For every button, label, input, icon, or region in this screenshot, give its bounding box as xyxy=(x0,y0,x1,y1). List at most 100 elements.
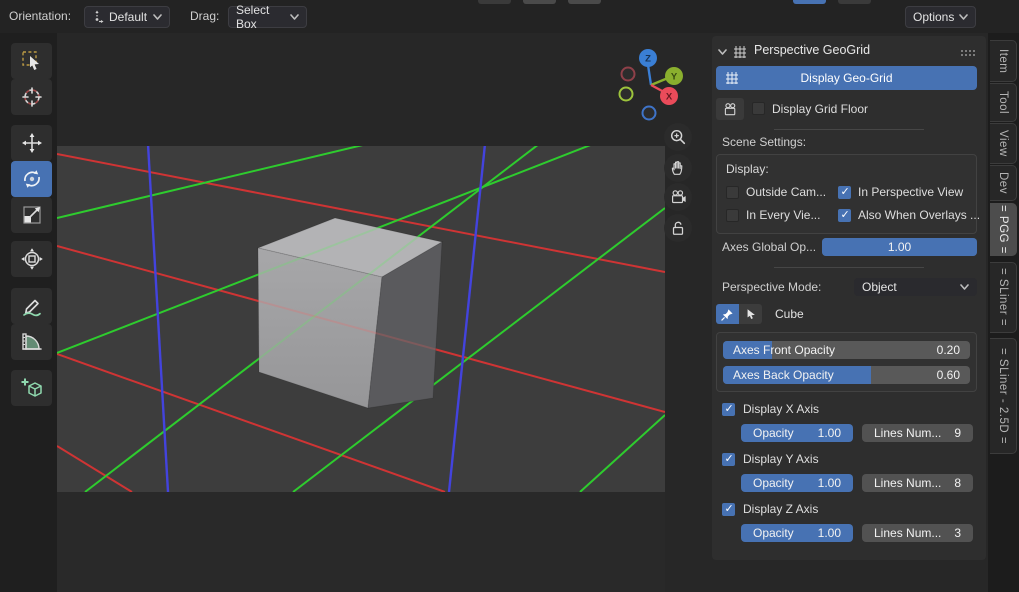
y-opacity-slider[interactable]: Opacity 1.00 xyxy=(741,474,853,492)
y-lines-number-field[interactable]: Lines Num... 8 xyxy=(862,474,973,492)
checkbox[interactable] xyxy=(838,186,851,199)
pin-button[interactable] xyxy=(716,304,739,324)
tab-pgg[interactable]: = PGG = xyxy=(990,203,1017,256)
perspective-mode-dropdown[interactable]: Object xyxy=(854,278,977,296)
checkbox[interactable] xyxy=(722,403,735,416)
object-row: Cube xyxy=(712,304,986,324)
slider-label: Axes Front Opacity xyxy=(733,341,835,359)
opacity-value: 1.00 xyxy=(818,476,841,490)
opacity-label: Opacity xyxy=(753,426,794,440)
gizmo-neg-y[interactable] xyxy=(620,88,633,101)
tool-rotate[interactable] xyxy=(11,161,52,197)
axes-back-opacity-slider[interactable]: Axes Back Opacity 0.60 xyxy=(723,366,970,384)
gizmo-neg-x[interactable] xyxy=(622,68,635,81)
viewport-3d[interactable] xyxy=(57,146,665,492)
gizmo-y-axis[interactable]: Y xyxy=(665,67,683,85)
display-z-axis-toggle[interactable]: Display Z Axis xyxy=(722,502,986,516)
lines-label: Lines Num... xyxy=(874,476,941,490)
collapse-chevron-icon[interactable] xyxy=(718,49,727,55)
checkbox-label: Outside Cam... xyxy=(746,185,826,199)
checkbox-in-every-view[interactable]: In Every Vie... xyxy=(726,208,820,222)
svg-text:X: X xyxy=(666,92,673,103)
checkbox-label: In Every Vie... xyxy=(746,208,820,222)
tool-annotate[interactable] xyxy=(11,288,52,324)
lock-button[interactable] xyxy=(664,214,692,242)
tool-cursor[interactable] xyxy=(11,79,52,115)
panel-header[interactable]: Perspective GeoGrid xyxy=(712,40,986,62)
tool-transform[interactable] xyxy=(11,241,52,277)
drag-dropdown[interactable]: Select Box xyxy=(228,6,307,28)
tool-scale[interactable] xyxy=(11,197,52,233)
sidebar-tab-strip: Item Tool View Dev = PGG = = SLiner = = … xyxy=(988,33,1019,592)
gizmo-z-axis[interactable]: Z xyxy=(639,49,657,67)
checkbox[interactable] xyxy=(726,209,739,222)
cube-object[interactable] xyxy=(258,218,442,408)
chevron-down-icon xyxy=(290,14,299,20)
display-grid-floor-label: Display Grid Floor xyxy=(772,102,868,116)
tab-dev[interactable]: Dev xyxy=(990,165,1017,201)
pan-button[interactable] xyxy=(664,154,692,182)
transform-icon xyxy=(20,247,44,271)
magnifier-plus-icon xyxy=(669,128,687,146)
display-x-axis-toggle[interactable]: Display X Axis xyxy=(722,402,986,416)
tab-sliner-25d[interactable]: = SLiner - 2.5D = xyxy=(990,338,1017,454)
tab-item[interactable]: Item xyxy=(990,40,1017,82)
select-cursor-icon xyxy=(20,49,44,73)
viewport-outside-area xyxy=(57,492,665,592)
axes-global-opacity-label: Axes Global Op... xyxy=(722,240,816,254)
tool-measure[interactable] xyxy=(11,324,52,360)
checkbox-label: In Perspective View xyxy=(858,185,963,199)
camera-toggle-button[interactable] xyxy=(716,98,744,120)
add-cube-icon xyxy=(20,376,44,400)
checkbox-label: Also When Overlays ... xyxy=(858,208,980,222)
x-opacity-slider[interactable]: Opacity 1.00 xyxy=(741,424,853,442)
zoom-button[interactable] xyxy=(664,123,692,151)
cursor-crosshair-icon xyxy=(20,85,44,109)
scale-icon xyxy=(20,203,44,227)
clipped-header-button xyxy=(478,0,511,4)
object-name: Cube xyxy=(775,307,804,321)
tool-add-cube[interactable] xyxy=(11,370,52,406)
tool-move[interactable] xyxy=(11,125,52,161)
display-geogrid-button[interactable]: Display Geo-Grid xyxy=(716,66,977,90)
checkbox[interactable] xyxy=(726,186,739,199)
options-button[interactable]: Options xyxy=(905,6,976,28)
tab-sliner[interactable]: = SLiner = xyxy=(990,262,1017,333)
divider xyxy=(774,267,924,268)
orientation-dropdown[interactable]: Default xyxy=(84,6,170,28)
panel-drag-handle[interactable] xyxy=(960,49,976,56)
blender-window: Orientation: Default Drag: Select Box Op… xyxy=(0,0,1019,592)
tab-tool[interactable]: Tool xyxy=(990,83,1017,122)
axis-toggle-label: Display Y Axis xyxy=(743,452,819,466)
checkbox-in-perspective-view[interactable]: In Perspective View xyxy=(838,185,963,199)
object-picker-button[interactable] xyxy=(739,304,762,324)
display-grid-floor-checkbox[interactable] xyxy=(752,102,765,115)
camera-view-button[interactable] xyxy=(664,183,692,211)
annotate-pencil-icon xyxy=(20,294,44,318)
navigation-gizmo[interactable]: Z Y X xyxy=(618,45,688,125)
perspective-mode-row: Perspective Mode: Object xyxy=(712,278,986,296)
svg-text:Y: Y xyxy=(671,72,678,83)
z-opacity-slider[interactable]: Opacity 1.00 xyxy=(741,524,853,542)
perspective-mode-value: Object xyxy=(862,280,897,294)
checkbox-also-when-overlays[interactable]: Also When Overlays ... xyxy=(838,208,980,222)
checkbox-outside-cam[interactable]: Outside Cam... xyxy=(726,185,826,199)
tool-tweak-select[interactable] xyxy=(11,43,52,79)
lines-label: Lines Num... xyxy=(874,426,941,440)
checkbox[interactable] xyxy=(722,503,735,516)
x-lines-number-field[interactable]: Lines Num... 9 xyxy=(862,424,973,442)
axes-front-opacity-slider[interactable]: Axes Front Opacity 0.20 xyxy=(723,341,970,359)
grid-icon xyxy=(724,70,740,86)
gizmo-neg-z[interactable] xyxy=(643,107,656,120)
tab-view[interactable]: View xyxy=(990,123,1017,164)
panel-title: Perspective GeoGrid xyxy=(754,43,870,57)
display-y-axis-toggle[interactable]: Display Y Axis xyxy=(722,452,986,466)
y-axis-controls: Opacity 1.00 Lines Num... 8 xyxy=(712,474,986,492)
axes-global-opacity-slider[interactable]: 1.00 xyxy=(822,238,977,256)
lines-value: 8 xyxy=(954,476,961,490)
gizmo-x-axis[interactable]: X xyxy=(660,87,678,105)
checkbox[interactable] xyxy=(722,453,735,466)
checkbox[interactable] xyxy=(838,209,851,222)
svg-text:Z: Z xyxy=(645,54,651,65)
z-lines-number-field[interactable]: Lines Num... 3 xyxy=(862,524,973,542)
